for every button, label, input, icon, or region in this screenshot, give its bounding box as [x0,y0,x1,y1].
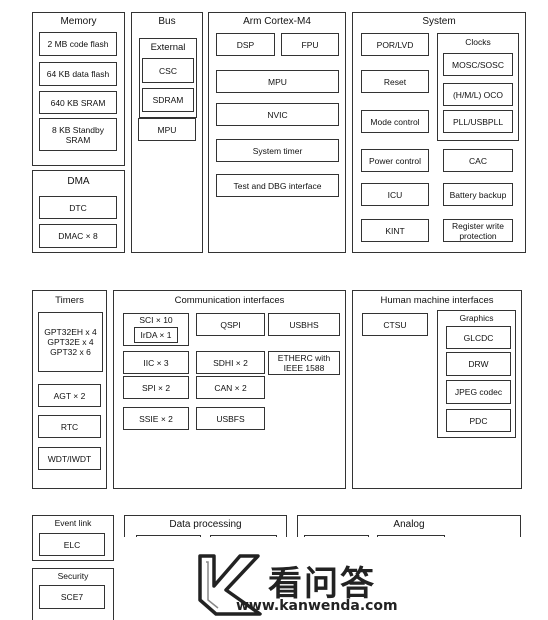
etherc-block: ETHERC with IEEE 1588 [268,351,340,375]
fpu-block: FPU [281,33,339,56]
memory-title: Memory [60,16,97,27]
drw-block: DRW [446,352,511,376]
pll-block: PLL/USBPLL [443,110,513,133]
ssie-block: SSIE × 2 [123,407,189,430]
gpt32eh-label: GPT32EH x 4 [44,327,97,337]
standby-sram-block: 8 KB Standby SRAM [39,118,117,151]
elc-block: ELC [39,533,105,556]
csc-block: CSC [142,58,194,83]
event-link-title: Event link [54,518,92,528]
rtc-block: RTC [38,415,101,438]
data-processing-title: Data processing [169,519,242,530]
nvic-block: NVIC [216,103,339,126]
clocks-title: Clocks [465,37,491,47]
analog-title: Analog [393,519,425,530]
bus-mpu-block: MPU [138,118,196,141]
pdc-block: PDC [446,409,511,432]
iic-block: IIC × 3 [123,351,189,374]
mosc-sosc-block: MOSC/SOSC [443,53,513,76]
cpu-mpu-block: MPU [216,70,339,93]
reset-block: Reset [361,70,429,93]
dma-title: DMA [67,176,90,187]
code-flash-block: 2 MB code flash [39,32,117,56]
icu-block: ICU [361,183,429,206]
debug-interface-block: Test and DBG interface [216,174,339,197]
kint-block: KINT [361,219,429,242]
dtc-block: DTC [39,196,117,219]
watermark-url: www.kanwenda.com [236,598,398,614]
mode-control-block: Mode control [361,110,429,133]
comm-title: Communication interfaces [174,295,285,306]
block-diagram: Memory 2 MB code flash 64 KB data flash … [0,0,548,620]
gpt-block: GPT32EH x 4 GPT32E x 4 GPT32 x 6 [38,312,103,372]
usbfs-block: USBFS [196,407,265,430]
irda-block: IrDA × 1 [134,327,178,343]
gpt32-label: GPT32 x 6 [50,347,91,357]
can-block: CAN × 2 [196,376,265,399]
dmac-block: DMAC × 8 [39,224,117,248]
register-protection-block: Register write protection [443,219,513,242]
dsp-block: DSP [216,33,275,56]
por-lvd-block: POR/LVD [361,33,429,56]
spi-block: SPI × 2 [123,376,189,399]
gpt32e-label: GPT32E x 4 [47,337,94,347]
power-control-block: Power control [361,149,429,172]
sdram-block: SDRAM [142,88,194,112]
jpeg-block: JPEG codec [446,380,511,404]
usbhs-block: USBHS [268,313,340,336]
cpu-title: Arm Cortex-M4 [243,16,311,27]
sci-label: SCI × 10 [139,315,173,325]
oco-block: (H/M/L) OCO [443,83,513,106]
ctsu-block: CTSU [362,313,428,336]
graphics-title: Graphics [459,313,494,323]
cac-block: CAC [443,149,513,172]
wdt-block: WDT/IWDT [38,447,101,470]
system-timer-block: System timer [216,139,339,162]
agt-block: AGT × 2 [38,384,101,407]
system-title: System [422,16,456,27]
glcdc-block: GLCDC [446,326,511,349]
hmi-title: Human machine interfaces [380,295,494,306]
battery-backup-block: Battery backup [443,183,513,206]
security-title: Security [57,571,89,581]
bus-title: Bus [158,16,176,27]
sce7-block: SCE7 [39,585,105,609]
external-title: External [150,42,186,53]
data-flash-block: 64 KB data flash [39,62,117,86]
qspi-block: QSPI [196,313,265,336]
sdhi-block: SDHI × 2 [196,351,265,374]
timers-title: Timers [55,295,84,306]
sram-block: 640 KB SRAM [39,91,117,114]
